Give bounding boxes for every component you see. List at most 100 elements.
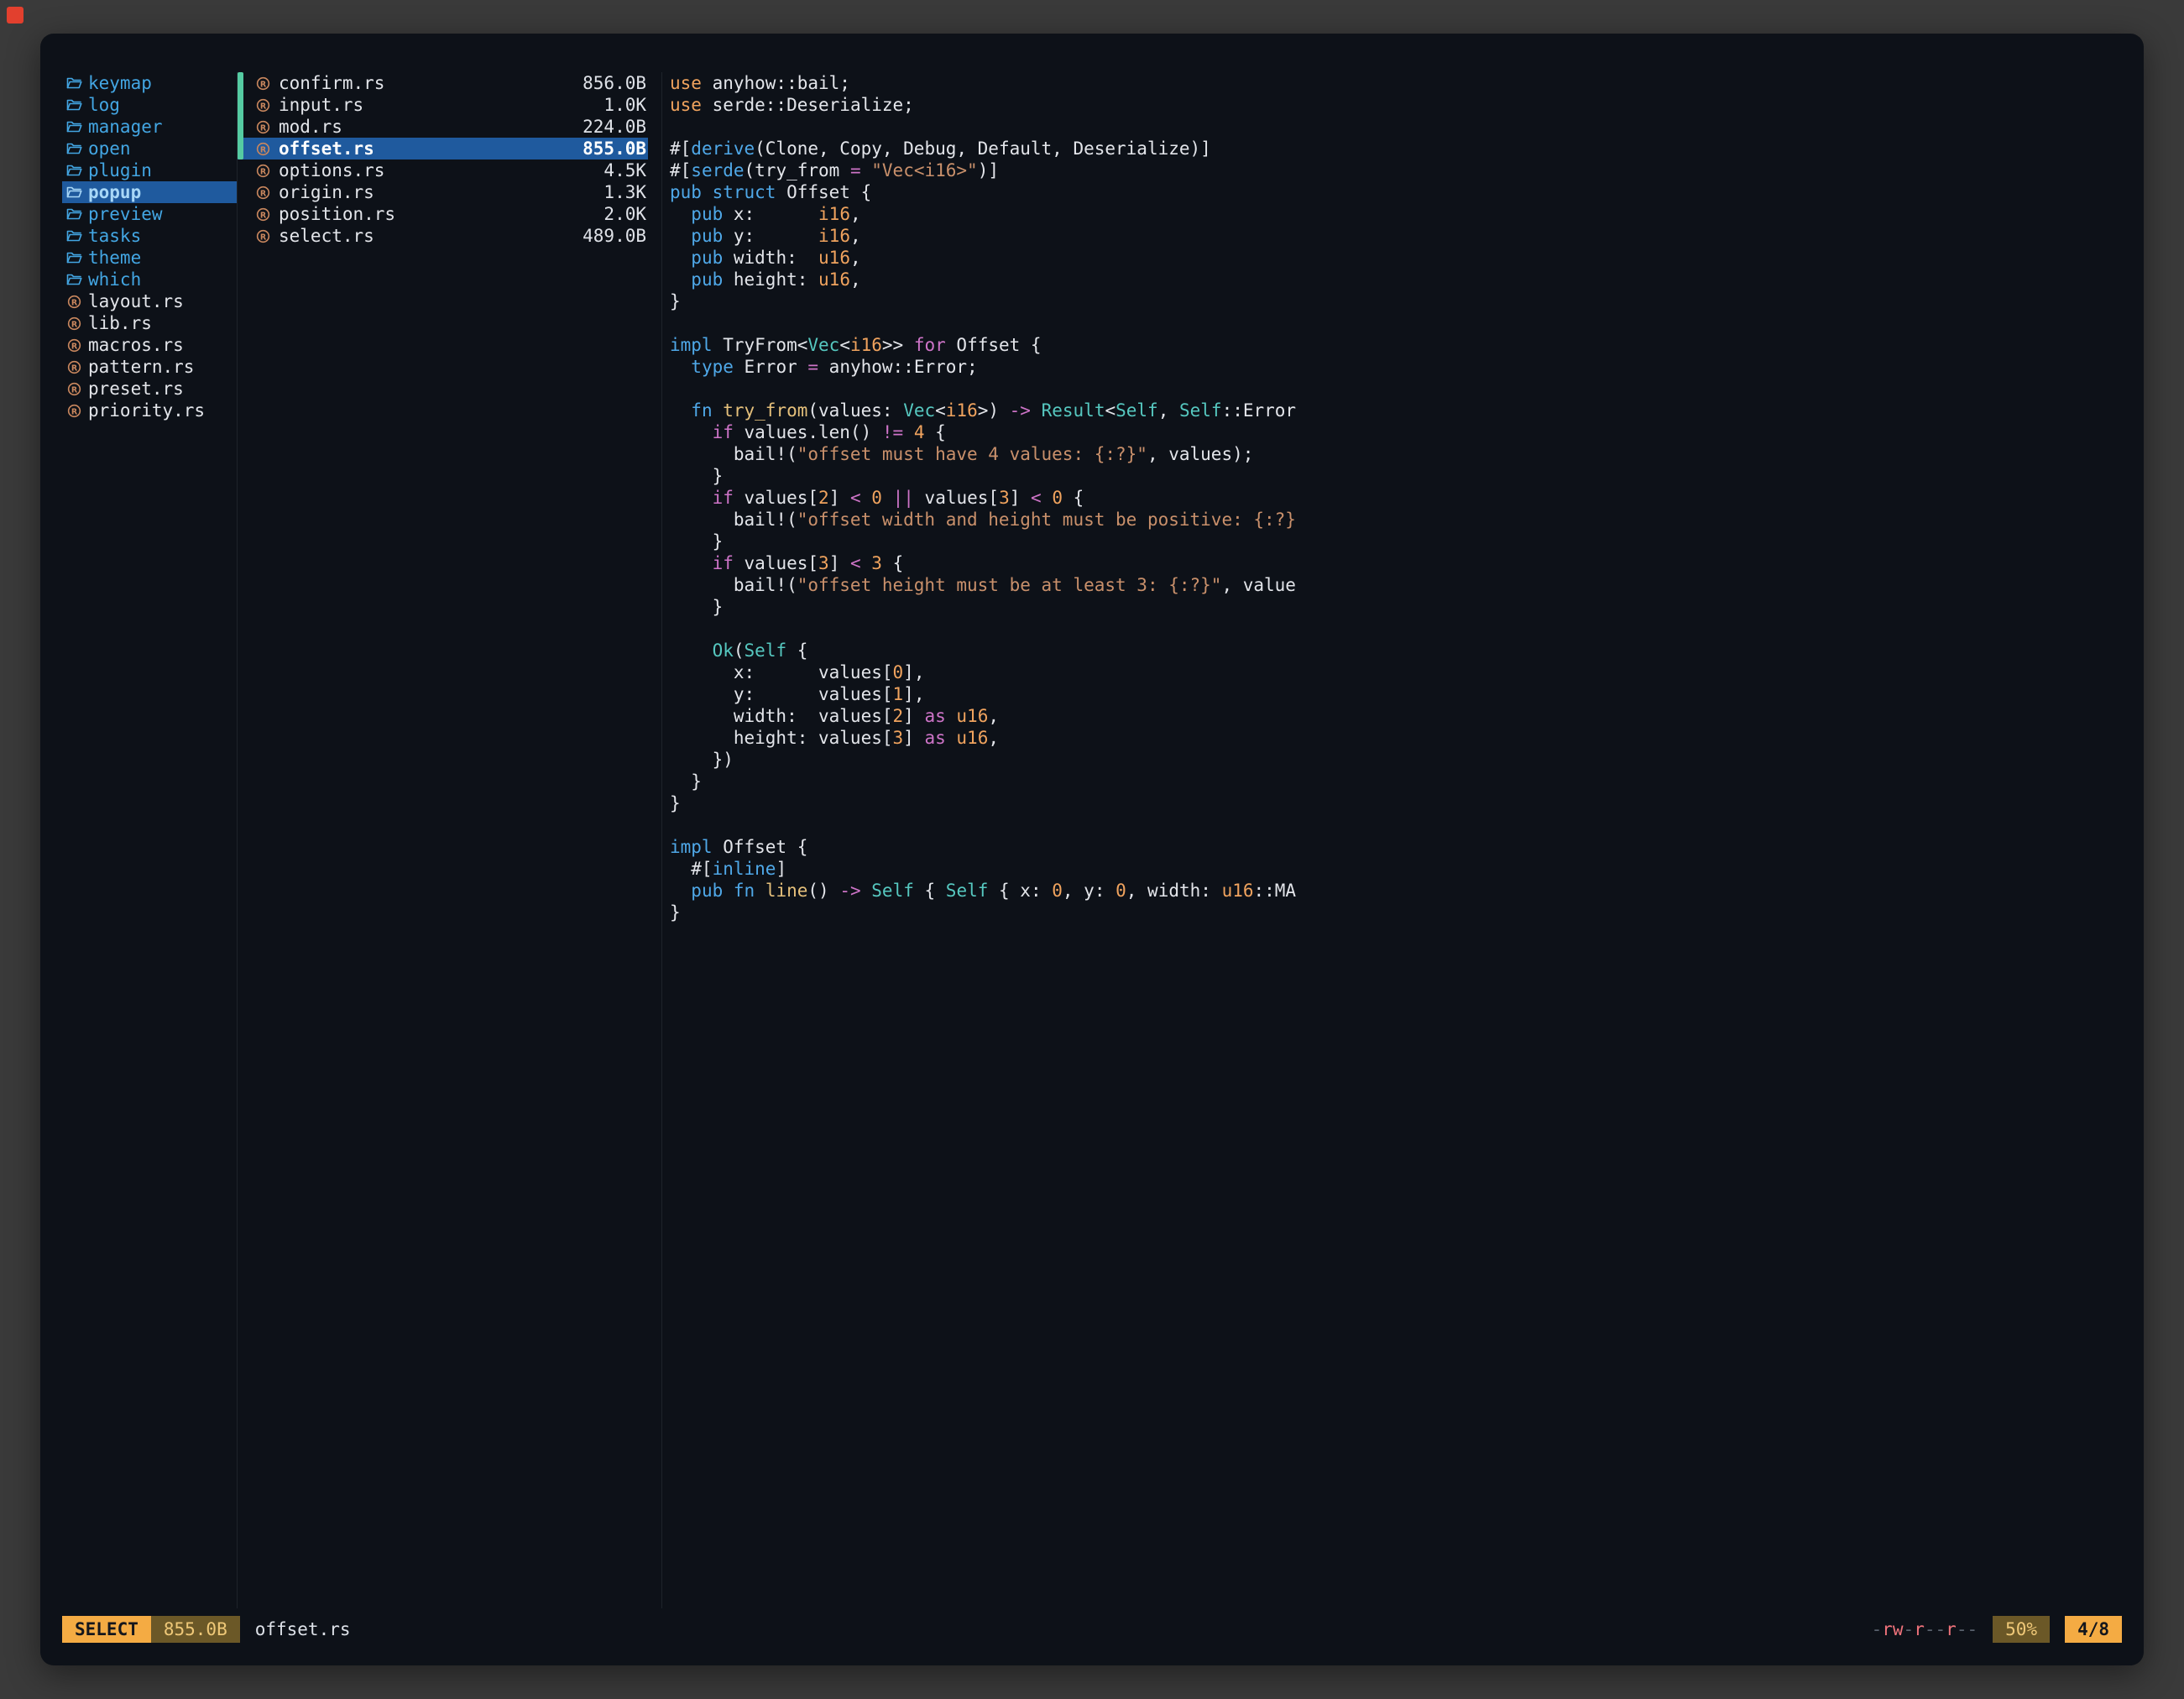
svg-text:R: R <box>260 233 267 242</box>
file-size: 4.5K <box>603 159 646 181</box>
sidebar-item-label: lib.rs <box>88 312 152 334</box>
code-line: height: values[3] as u16, <box>670 727 2122 749</box>
sidebar-item-label: keymap <box>88 72 152 94</box>
code-line: } <box>670 290 2122 312</box>
code-line: } <box>670 771 2122 792</box>
statusbar: SELECT 855.0B offset.rs -rw-r--r-- 50% 4… <box>62 1613 2122 1645</box>
svg-text:R: R <box>71 363 78 373</box>
code-line: #[derive(Clone, Copy, Debug, Default, De… <box>670 138 2122 159</box>
file-size: 224.0B <box>583 116 646 138</box>
folder-icon <box>65 229 83 243</box>
svg-text:R: R <box>71 385 78 395</box>
code-line: if values[3] < 3 { <box>670 552 2122 574</box>
sidebar-pane: keymaplogmanageropenpluginpopuppreviewta… <box>62 72 238 1608</box>
sidebar-item-which[interactable]: which <box>62 269 237 290</box>
selection-scrollbar[interactable] <box>238 72 243 159</box>
file-row-options.rs[interactable]: Roptions.rs 4.5K <box>238 159 648 181</box>
code-line: bail!("offset width and height must be p… <box>670 509 2122 531</box>
file-list: Rconfirm.rs856.0BRinput.rs1.0KRmod.rs224… <box>238 72 661 247</box>
svg-text:R: R <box>260 211 267 220</box>
sidebar-item-open[interactable]: open <box>62 138 237 159</box>
file-name: options.rs <box>279 159 384 181</box>
file-row-input.rs[interactable]: Rinput.rs1.0K <box>238 94 648 116</box>
file-row-offset.rs[interactable]: Roffset.rs855.0B <box>238 138 648 159</box>
permissions: -rw-r--r-- <box>1872 1618 1978 1640</box>
file-row-confirm.rs[interactable]: Rconfirm.rs856.0B <box>238 72 648 94</box>
code-line: #[serde(try_from = "Vec<i16>")] <box>670 159 2122 181</box>
svg-text:R: R <box>260 145 267 154</box>
code-line: pub height: u16, <box>670 269 2122 290</box>
rust-file-icon: R <box>254 228 272 244</box>
code-line <box>670 814 2122 836</box>
code-line: bail!("offset must have 4 values: {:?}",… <box>670 443 2122 465</box>
rust-file-icon: R <box>254 76 272 91</box>
sidebar-item-pattern.rs[interactable]: Rpattern.rs <box>62 356 237 378</box>
statusbar-filename: offset.rs <box>255 1618 351 1640</box>
code-line: pub width: u16, <box>670 247 2122 269</box>
sidebar-item-preview[interactable]: preview <box>62 203 237 225</box>
mode-badge: SELECT <box>62 1616 151 1643</box>
code-line: y: values[1], <box>670 683 2122 705</box>
code-line: use anyhow::bail; <box>670 72 2122 94</box>
svg-text:R: R <box>71 298 78 307</box>
svg-text:R: R <box>71 407 78 416</box>
rust-file-icon: R <box>65 359 83 375</box>
code-line: width: values[2] as u16, <box>670 705 2122 727</box>
rust-file-icon: R <box>65 403 83 419</box>
file-row-mod.rs[interactable]: Rmod.rs 224.0B <box>238 116 648 138</box>
sidebar-item-label: theme <box>88 247 141 269</box>
code-line: fn try_from(values: Vec<i16>) -> Result<… <box>670 400 2122 421</box>
sidebar-item-macros.rs[interactable]: Rmacros.rs <box>62 334 237 356</box>
sidebar-item-priority.rs[interactable]: Rpriority.rs <box>62 400 237 421</box>
file-name: select.rs <box>279 225 374 247</box>
sidebar-item-label: layout.rs <box>88 290 184 312</box>
sidebar-item-plugin[interactable]: plugin <box>62 159 237 181</box>
sidebar-item-theme[interactable]: theme <box>62 247 237 269</box>
rust-file-icon: R <box>254 206 272 222</box>
svg-text:R: R <box>260 189 267 198</box>
sidebar-item-manager[interactable]: manager <box>62 116 237 138</box>
file-name: mod.rs <box>279 116 342 138</box>
statusbar-right: -rw-r--r-- 50% 4/8 <box>1872 1616 2122 1643</box>
rust-file-icon: R <box>254 119 272 135</box>
code-line <box>670 116 2122 138</box>
sidebar-item-tasks[interactable]: tasks <box>62 225 237 247</box>
rust-file-icon: R <box>254 141 272 157</box>
code-line: } <box>670 792 2122 814</box>
sidebar-item-popup[interactable]: popup <box>62 181 237 203</box>
file-list-pane: Rconfirm.rs856.0BRinput.rs1.0KRmod.rs224… <box>238 72 662 1608</box>
code-line: pub x: i16, <box>670 203 2122 225</box>
code-line <box>670 618 2122 640</box>
folder-icon <box>65 186 83 199</box>
svg-text:R: R <box>260 167 267 176</box>
file-row-origin.rs[interactable]: Rorigin.rs1.3K <box>238 181 648 203</box>
code-line: } <box>670 531 2122 552</box>
file-size: 489.0B <box>583 225 646 247</box>
folder-icon <box>65 142 83 155</box>
sidebar-item-lib.rs[interactable]: Rlib.rs <box>62 312 237 334</box>
sidebar-item-log[interactable]: log <box>62 94 237 116</box>
code-line: }) <box>670 749 2122 771</box>
sidebar-item-keymap[interactable]: keymap <box>62 72 237 94</box>
code-line: pub y: i16, <box>670 225 2122 247</box>
code-line: #[inline] <box>670 858 2122 880</box>
file-row-select.rs[interactable]: Rselect.rs 489.0B <box>238 225 648 247</box>
svg-text:R: R <box>71 342 78 351</box>
sidebar-item-label: manager <box>88 116 163 138</box>
file-size: 1.0K <box>603 94 646 116</box>
file-name: offset.rs <box>279 138 374 159</box>
folder-icon <box>65 273 83 286</box>
code-preview: use anyhow::bail;use serde::Deserialize;… <box>670 72 2122 923</box>
rust-file-icon: R <box>254 185 272 201</box>
sidebar-item-preset.rs[interactable]: Rpreset.rs <box>62 378 237 400</box>
folder-icon <box>65 120 83 133</box>
file-row-position.rs[interactable]: Rposition.rs2.0K <box>238 203 648 225</box>
file-name: input.rs <box>279 94 363 116</box>
sidebar-item-label: macros.rs <box>88 334 184 356</box>
panes-container: keymaplogmanageropenpluginpopuppreviewta… <box>62 72 2122 1608</box>
file-size: 1.3K <box>603 181 646 203</box>
percent-badge: 50% <box>1993 1616 2050 1643</box>
file-size: 856.0B <box>583 72 646 94</box>
rust-file-icon: R <box>254 163 272 179</box>
sidebar-item-layout.rs[interactable]: Rlayout.rs <box>62 290 237 312</box>
